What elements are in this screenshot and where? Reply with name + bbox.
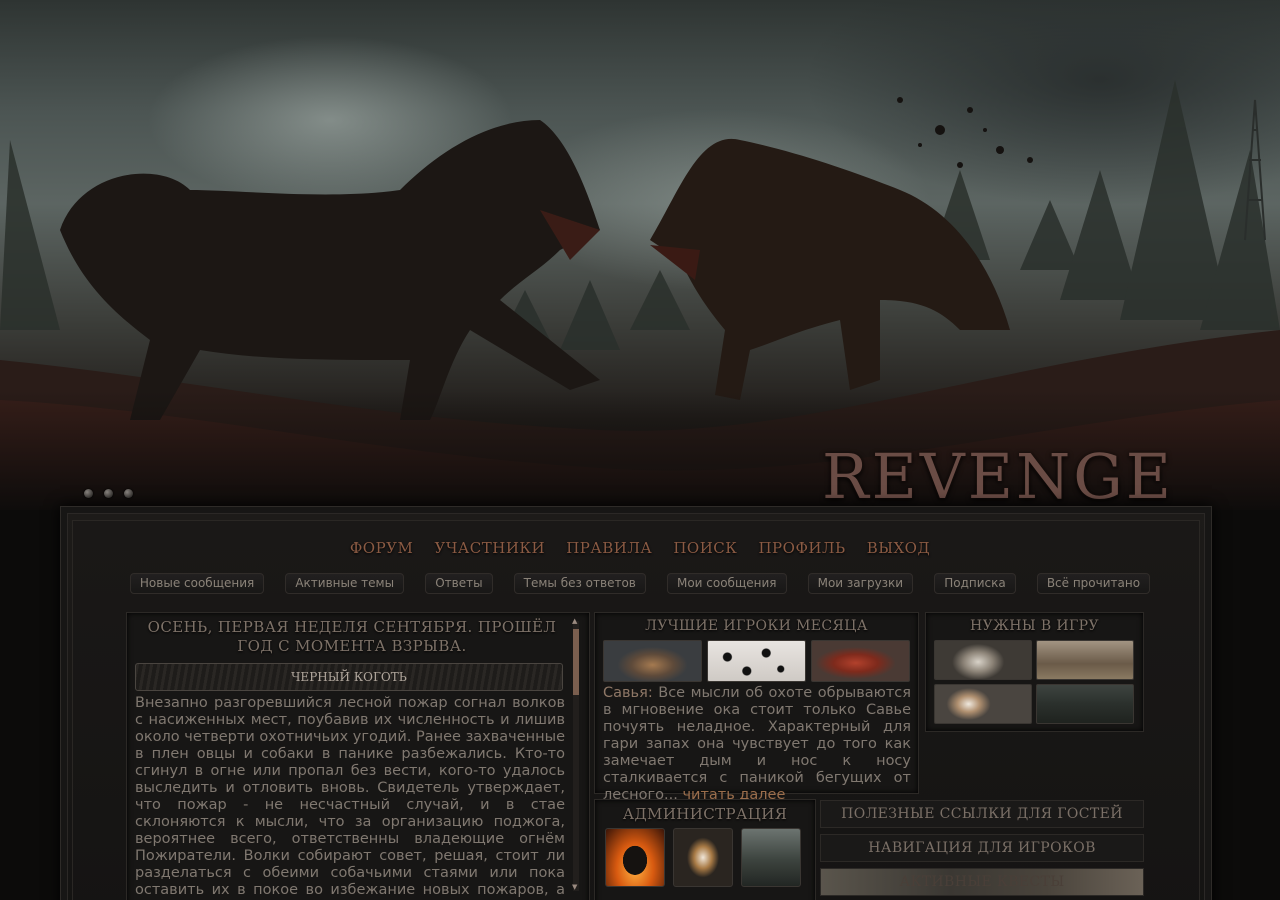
admin-avatar[interactable] [673, 828, 733, 887]
banner-artwork [0, 80, 1280, 510]
best-players-title: ЛУЧШИЕ ИГРОКИ МЕСЯЦА [645, 618, 868, 634]
admin-avatar[interactable] [741, 828, 801, 887]
news-author-banner[interactable]: ЧЕРНЫЙ КОГОТЬ [135, 663, 563, 691]
needed-panel: НУЖНЫ В ИГРУ [925, 612, 1144, 732]
subnav-new-posts[interactable]: Новые сообщения [129, 573, 265, 594]
news-text: Внезапно разгоревшийся лесной пожар согн… [135, 695, 565, 900]
needed-title: НУЖНЫ В ИГРУ [969, 618, 1100, 634]
needed-image[interactable] [934, 684, 1032, 724]
admin-avatars [605, 828, 801, 887]
nav-logout[interactable]: ВЫХОД [867, 539, 930, 557]
active-quests-button[interactable]: АКТИВНЫЕ КВЕСТЫ [820, 868, 1144, 896]
nav-profile[interactable]: ПРОФИЛЬ [758, 539, 845, 557]
subnav-mark-all-read[interactable]: Всё прочитано [1036, 573, 1151, 594]
scroll-down-icon[interactable]: ▼ [572, 883, 577, 891]
player-image[interactable] [811, 640, 910, 682]
subnav-unanswered[interactable]: Темы без ответов [513, 573, 646, 594]
news-scrollbar[interactable]: ▲ ▼ [572, 617, 579, 891]
admin-title: АДМИНИСТРАЦИЯ [622, 805, 788, 823]
nav-rules[interactable]: ПРАВИЛА [566, 539, 652, 557]
player-name[interactable]: Савья: [603, 685, 653, 701]
slider-dot[interactable] [124, 489, 133, 498]
page: REVENGE ФОРУМ УЧАСТНИКИ ПРАВИЛА ПОИСК ПР… [0, 0, 1280, 900]
best-player-description: Савья: Все мысли об охоте обрываются в м… [603, 685, 911, 804]
subnav-my-uploads[interactable]: Мои загрузки [807, 573, 914, 594]
subnav-replies[interactable]: Ответы [425, 573, 493, 594]
sub-navigation: Новые сообщения Активные темы Ответы Тем… [0, 572, 1280, 594]
needed-images [934, 640, 1134, 724]
guest-links-button[interactable]: ПОЛЕЗНЫЕ ССЫЛКИ ДЛЯ ГОСТЕЙ [820, 800, 1144, 828]
site-logo[interactable]: REVENGE [822, 440, 1174, 510]
best-players-panel: ЛУЧШИЕ ИГРОКИ МЕСЯЦА Савья: Все мысли об… [594, 612, 919, 803]
player-text: Все мысли об охоте обрываются в мгновени… [603, 685, 911, 803]
main-navigation: ФОРУМ УЧАСТНИКИ ПРАВИЛА ПОИСК ПРОФИЛЬ ВЫ… [0, 538, 1280, 557]
header-banner: REVENGE [0, 0, 1280, 510]
news-title: ОСЕНЬ, ПЕРВАЯ НЕДЕЛЯ СЕНТЯБРЯ. ПРОШЁЛ ГО… [147, 618, 557, 655]
needed-image[interactable] [1036, 640, 1134, 680]
needed-image[interactable] [934, 640, 1032, 680]
best-players-images [603, 640, 910, 682]
subnav-my-posts[interactable]: Мои сообщения [666, 573, 787, 594]
subnav-subscriptions[interactable]: Подписка [934, 573, 1016, 594]
player-image[interactable] [603, 640, 702, 682]
nav-search[interactable]: ПОИСК [673, 539, 737, 557]
subnav-active-topics[interactable]: Активные темы [285, 573, 405, 594]
news-panel: ОСЕНЬ, ПЕРВАЯ НЕДЕЛЯ СЕНТЯБРЯ. ПРОШЁЛ ГО… [126, 612, 590, 900]
admin-panel: АДМИНИСТРАЦИЯ [594, 799, 816, 900]
scrollbar-thumb[interactable] [573, 629, 579, 695]
nav-members[interactable]: УЧАСТНИКИ [434, 539, 545, 557]
nav-forum[interactable]: ФОРУМ [350, 539, 414, 557]
needed-image[interactable] [1036, 684, 1134, 724]
scroll-up-icon[interactable]: ▲ [572, 617, 577, 625]
slider-dot[interactable] [84, 489, 93, 498]
slider-dot[interactable] [104, 489, 113, 498]
player-navigation-button[interactable]: НАВИГАЦИЯ ДЛЯ ИГРОКОВ [820, 834, 1144, 862]
player-image[interactable] [707, 640, 806, 682]
admin-avatar[interactable] [605, 828, 665, 887]
